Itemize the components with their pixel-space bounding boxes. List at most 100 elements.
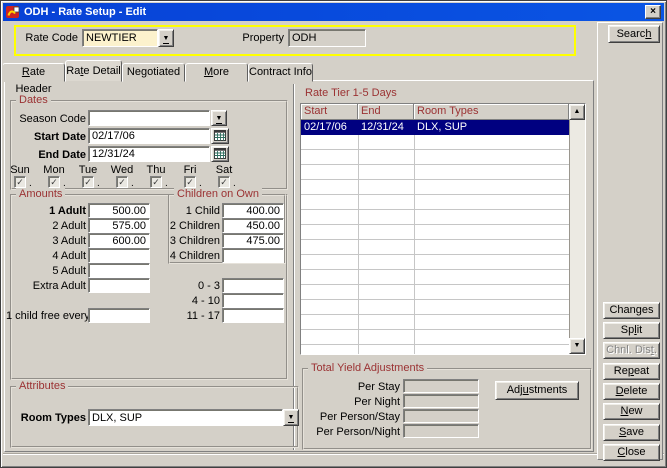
child-1-input[interactable] — [222, 203, 284, 218]
amount-5-adult-label: 5 Adult — [10, 265, 86, 278]
changes-button[interactable]: Changes — [603, 302, 660, 319]
check-icon: ✓ — [152, 177, 160, 187]
amount-3-adult-input[interactable] — [88, 233, 150, 248]
season-code-input[interactable] — [88, 110, 210, 126]
amount-4-adult-input[interactable] — [88, 248, 150, 263]
amount-4-adult-label: 4 Adult — [10, 250, 86, 263]
calendar-icon — [214, 148, 226, 159]
amount-extra-adult-input[interactable] — [88, 278, 150, 293]
scroll-up-icon: ▲ — [574, 108, 581, 115]
iterator-dot: . — [97, 178, 100, 189]
rate-code-input[interactable] — [82, 29, 158, 47]
search-button[interactable]: Search — [608, 25, 660, 43]
amount-3-adult-label: 3 Adult — [10, 235, 86, 248]
room-types-label: Room Types — [10, 412, 86, 425]
start-date-calendar-button[interactable] — [211, 128, 229, 144]
age-4-10-label: 4 - 10 — [158, 295, 220, 308]
weekday-checkbox-thu[interactable]: ✓ — [150, 176, 162, 188]
amount-2-adult-label: 2 Adult — [10, 220, 86, 233]
calendar-icon — [214, 130, 226, 141]
weekday-label-tue: Tue — [73, 164, 103, 176]
per-person-night-label: Per Person/Night — [300, 426, 400, 439]
tab-rate-detail[interactable]: Rate Detail — [65, 60, 122, 82]
per-night-field — [403, 394, 479, 408]
tab-more[interactable]: More — [185, 63, 248, 82]
age-0-3-input[interactable] — [222, 278, 284, 293]
table-empty-rows[interactable] — [301, 135, 569, 354]
table-row-selected[interactable]: 02/17/06 12/31/24 DLX, SUP — [301, 120, 569, 135]
lov-arrow-icon: ▼ — [216, 115, 223, 124]
per-stay-field — [403, 379, 479, 393]
age-11-17-input[interactable] — [222, 308, 284, 323]
rate-code-label: Rate Code — [24, 32, 78, 45]
new-button[interactable]: New — [603, 403, 660, 420]
bottom-separator — [3, 453, 664, 455]
weekday-checkbox-fri[interactable]: ✓ — [184, 176, 196, 188]
weekday-checkbox-mon[interactable]: ✓ — [48, 176, 60, 188]
close-button[interactable]: × — [645, 5, 661, 19]
end-date-calendar-button[interactable] — [211, 146, 229, 162]
per-person-night-field — [403, 424, 479, 438]
weekday-label-mon: Mon — [39, 164, 69, 176]
weekday-checkbox-tue[interactable]: ✓ — [82, 176, 94, 188]
table-header-start: Start — [301, 104, 358, 120]
chnl-dist-button: Chnl. Dist. — [603, 342, 660, 359]
child-free-every-input[interactable] — [88, 308, 150, 323]
weekday-checkbox-sun[interactable]: ✓ — [14, 176, 26, 188]
tab-rate-header[interactable]: Rate Header — [2, 63, 65, 82]
lov-arrow-icon: ▼ — [163, 35, 170, 44]
scrollbar-track[interactable] — [569, 120, 585, 338]
season-code-lov-button[interactable]: ▼ — [211, 110, 227, 126]
weekday-label-fri: Fri — [175, 164, 205, 176]
end-date-input[interactable] — [88, 146, 210, 162]
column-gridline — [414, 135, 415, 354]
room-types-lov-button[interactable]: ▼ — [283, 409, 299, 426]
rate-code-lov-button[interactable]: ▼ — [158, 29, 174, 47]
child-2-input[interactable] — [222, 218, 284, 233]
cell-room-types: DLX, SUP — [417, 121, 467, 133]
yield-legend: Total Yield Adjustments — [308, 362, 427, 374]
tab-negotiated[interactable]: Negotiated — [122, 63, 185, 82]
delete-button[interactable]: Delete — [603, 383, 660, 400]
room-types-input[interactable] — [88, 409, 283, 426]
check-icon: ✓ — [118, 177, 126, 187]
save-button[interactable]: Save — [603, 424, 660, 441]
child-4-label: 4 Children — [158, 250, 220, 263]
amounts-legend: Amounts — [16, 188, 65, 200]
child-3-input[interactable] — [222, 233, 284, 248]
split-button[interactable]: Split — [603, 322, 660, 339]
child-4-input[interactable] — [222, 248, 284, 263]
scroll-down-icon: ▼ — [574, 342, 581, 349]
start-date-input[interactable] — [88, 128, 210, 144]
tab-contract-info[interactable]: Contract Info — [248, 63, 313, 82]
repeat-button[interactable]: Repeat — [603, 363, 660, 380]
rate-setup-window: ODH - Rate Setup - Edit × Rate Code ▼ Pr… — [0, 0, 667, 468]
amount-2-adult-input[interactable] — [88, 218, 150, 233]
property-label: Property — [234, 32, 284, 45]
amount-1-adult-input[interactable] — [88, 203, 150, 218]
rate-tier-title: Rate Tier 1-5 Days — [305, 87, 397, 100]
lov-arrow-icon: ▼ — [288, 414, 295, 423]
dates-legend: Dates — [16, 94, 51, 106]
close-window-button[interactable]: Close — [603, 444, 660, 461]
scroll-up-button[interactable]: ▲ — [569, 104, 585, 120]
age-4-10-input[interactable] — [222, 293, 284, 308]
weekday-label-wed: Wed — [107, 164, 137, 176]
check-icon: ✓ — [220, 177, 228, 187]
cell-end: 12/31/24 — [361, 121, 404, 133]
start-date-label: Start Date — [10, 131, 86, 144]
table-header-room-types: Room Types — [414, 104, 569, 120]
child-1-label: 1 Child — [158, 205, 220, 218]
weekday-checkbox-sat[interactable]: ✓ — [218, 176, 230, 188]
weekday-checkbox-wed[interactable]: ✓ — [116, 176, 128, 188]
scroll-down-button[interactable]: ▼ — [569, 338, 585, 354]
per-person-stay-label: Per Person/Stay — [300, 411, 400, 424]
age-11-17-label: 11 - 17 — [158, 310, 220, 323]
adjustments-button[interactable]: Adjustments — [495, 381, 579, 400]
amount-5-adult-input[interactable] — [88, 263, 150, 278]
title-bar[interactable]: ODH - Rate Setup - Edit × — [3, 3, 664, 21]
end-date-label: End Date — [10, 149, 86, 162]
close-icon: × — [650, 6, 656, 17]
amount-1-adult-label: 1 Adult — [10, 205, 86, 218]
age-0-3-label: 0 - 3 — [158, 280, 220, 293]
